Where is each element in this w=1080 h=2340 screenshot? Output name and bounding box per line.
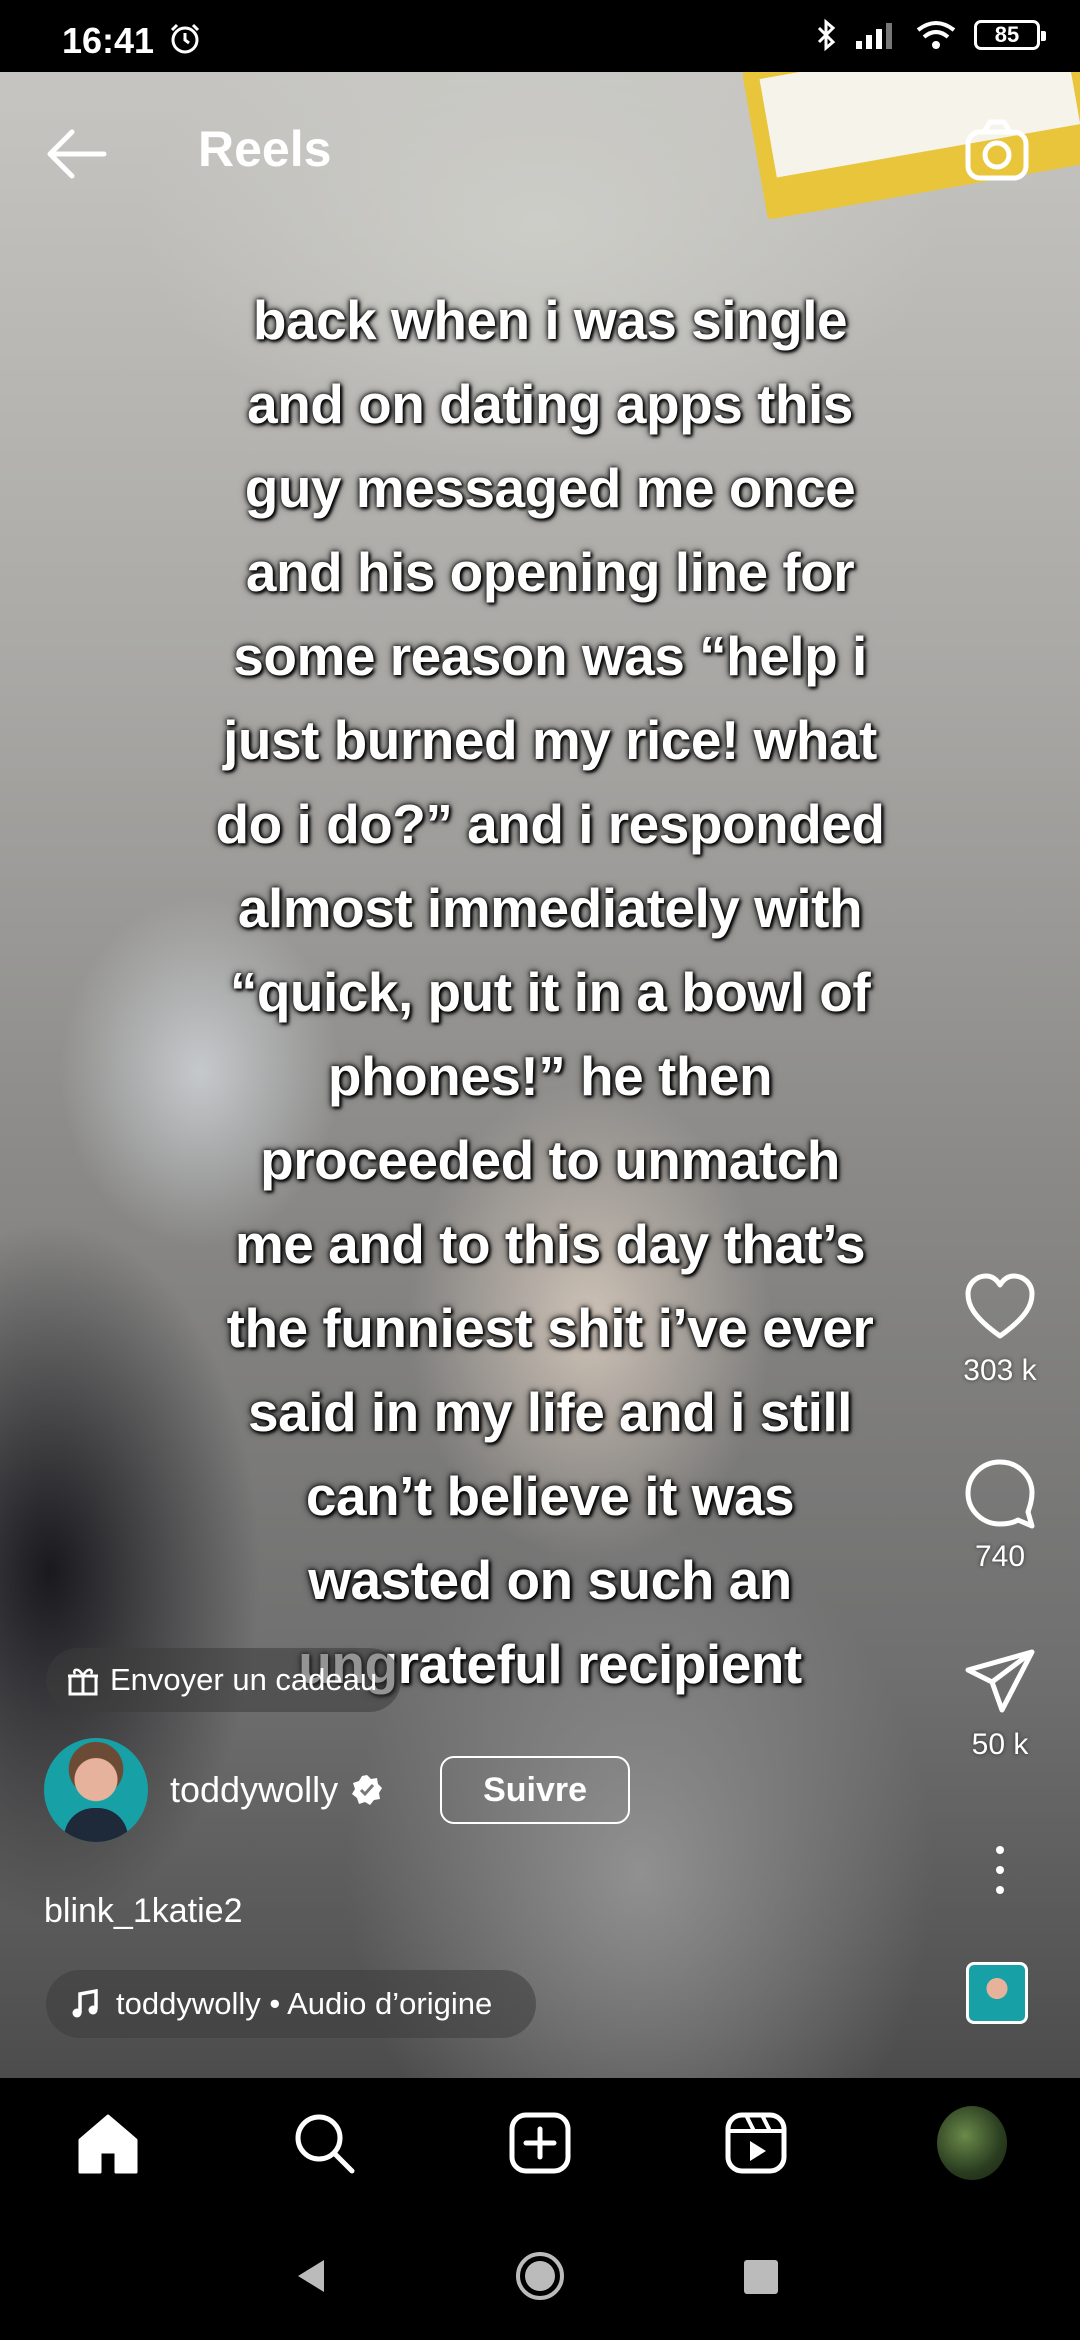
coauthor-username[interactable]: blink_1katie2 (44, 1892, 242, 1931)
verified-badge-icon (352, 1775, 383, 1805)
wifi-icon (916, 21, 956, 49)
bluetooth-icon (817, 18, 836, 52)
nav-create[interactable] (505, 2108, 575, 2178)
audio-attribution[interactable]: toddywolly • Audio d’origine (46, 1970, 537, 2038)
comment-action: 740 (920, 1456, 1080, 1574)
music-note-icon (72, 1989, 98, 2018)
status-bar: 16:41 85 (0, 0, 1080, 72)
author-avatar[interactable] (44, 1738, 148, 1842)
author-row: toddywolly Suivre (44, 1736, 631, 1844)
nav-profile[interactable] (937, 2106, 1007, 2180)
gift-icon (68, 1668, 98, 1696)
system-navigation-bar (0, 2208, 1080, 2340)
status-icons: 85 (816, 18, 1046, 52)
nav-home[interactable] (73, 2108, 143, 2178)
like-count: 303 k (963, 1354, 1037, 1387)
nav-search[interactable] (289, 2108, 359, 2178)
nav-reels[interactable] (721, 2108, 791, 2178)
heart-icon[interactable] (962, 1270, 1038, 1346)
send-gift-label: Envoyer un cadeau (110, 1662, 378, 1697)
bottom-navigation (0, 2078, 1080, 2208)
signal-icon (856, 23, 892, 49)
page-title: Reels (198, 121, 332, 177)
reels-icon (725, 2112, 787, 2174)
share-action: 50 k (920, 1644, 1080, 1762)
system-back-icon[interactable] (292, 2256, 332, 2296)
audio-thumbnail[interactable] (966, 1962, 1028, 2024)
send-icon[interactable] (962, 1644, 1038, 1720)
battery-indicator: 85 (974, 20, 1046, 50)
camera-icon[interactable] (962, 116, 1032, 186)
audio-label: toddywolly • Audio d’origine (116, 1986, 493, 2021)
more-action (920, 1840, 1080, 1900)
back-arrow-icon[interactable] (42, 124, 112, 184)
reels-header: Reels (0, 72, 1080, 232)
like-action: 303 k (920, 1270, 1080, 1388)
comment-icon[interactable] (962, 1456, 1038, 1532)
more-vertical-icon[interactable] (990, 1840, 1010, 1900)
system-recents-icon[interactable] (744, 2260, 778, 2294)
author-username[interactable]: toddywolly (170, 1769, 338, 1811)
status-time: 16:41 (62, 20, 155, 61)
profile-avatar (937, 2106, 1007, 2180)
search-icon (295, 2114, 355, 2174)
home-icon (78, 2114, 138, 2174)
system-home-icon[interactable] (514, 2250, 566, 2302)
follow-button[interactable]: Suivre (440, 1756, 631, 1824)
add-post-icon (509, 2112, 571, 2174)
alarm-icon (170, 23, 200, 54)
reel-caption-overlay: back when i was single and on dating app… (215, 289, 885, 1695)
send-gift-button[interactable]: Envoyer un cadeau (46, 1648, 402, 1712)
share-count: 50 k (971, 1728, 1029, 1761)
comment-count: 740 (974, 1540, 1026, 1573)
